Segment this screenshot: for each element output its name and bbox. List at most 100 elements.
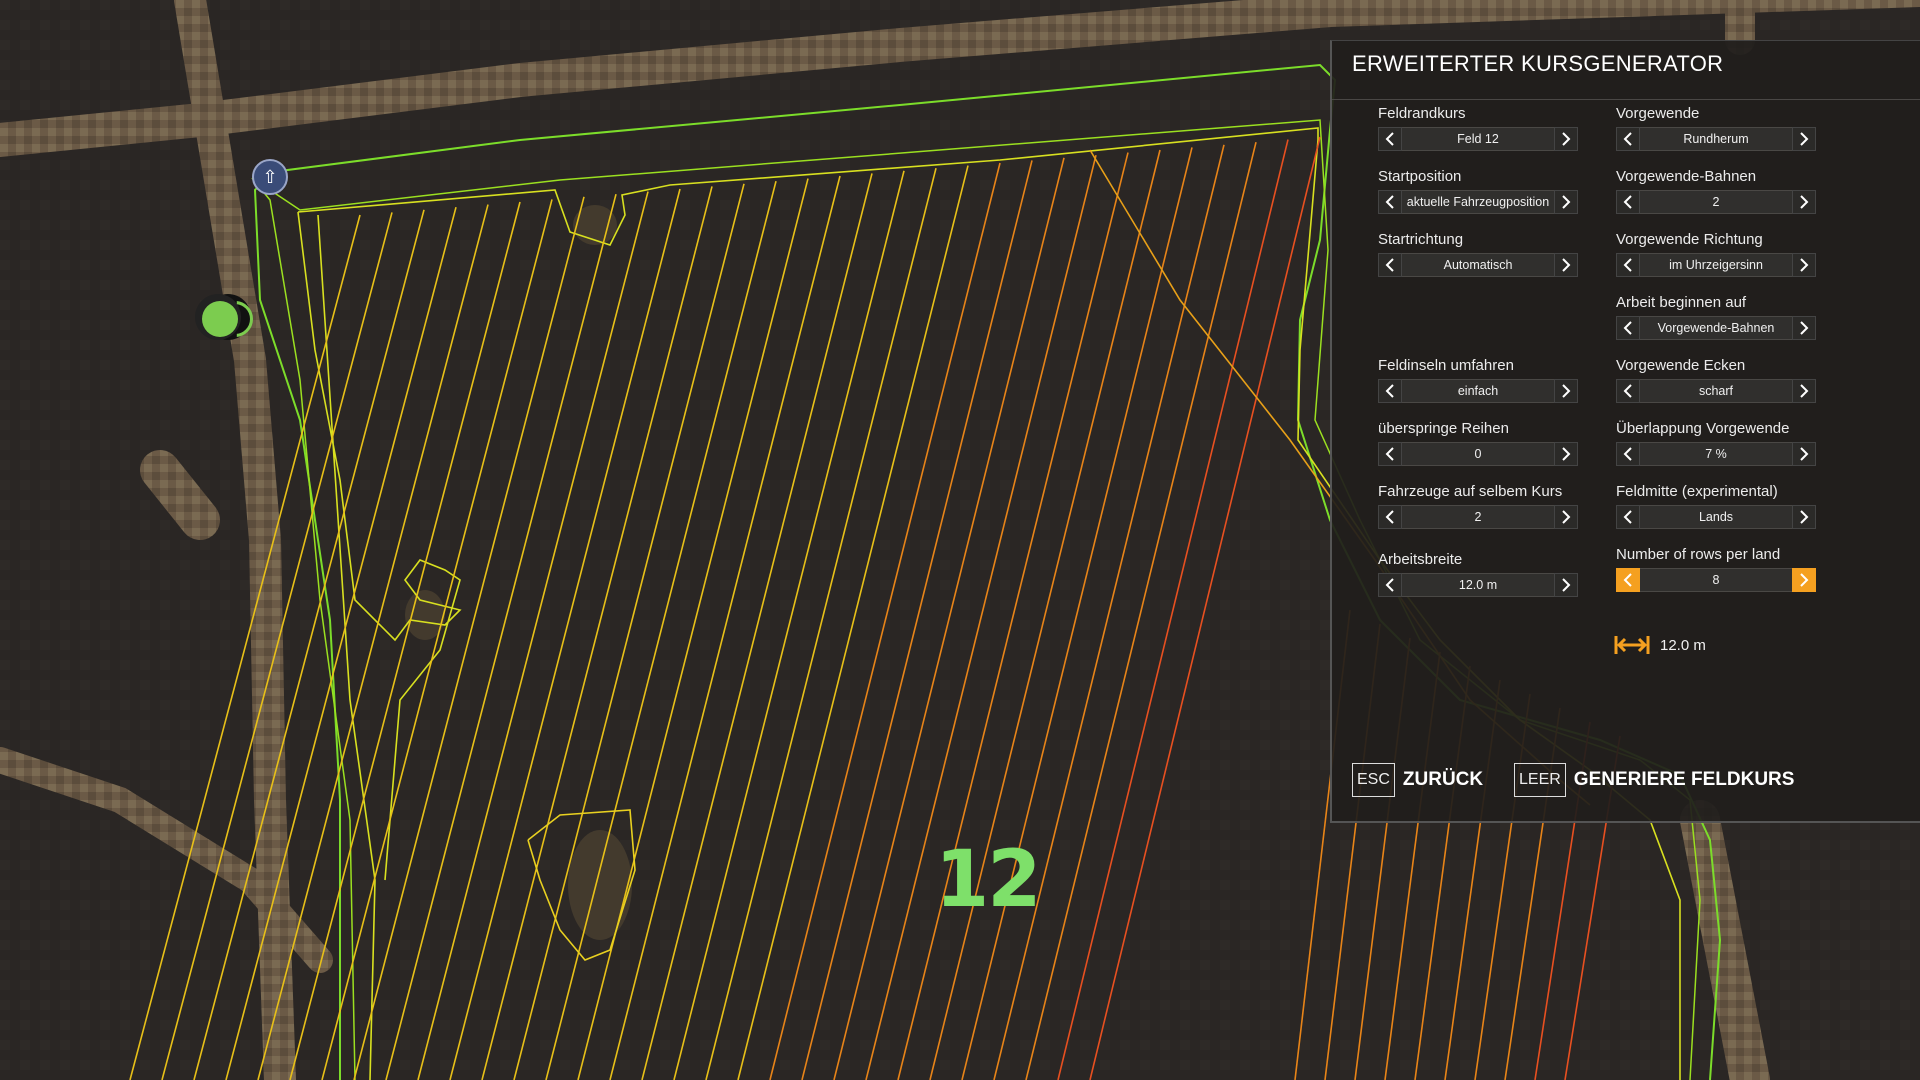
chevron-right-icon[interactable]	[1792, 127, 1816, 151]
setting-label: Überlappung Vorgewende	[1616, 420, 1790, 437]
chevron-left-icon[interactable]	[1616, 253, 1640, 277]
setting-label: Number of rows per land	[1616, 546, 1781, 563]
setting-label: Startrichtung	[1378, 231, 1464, 248]
setting-selector[interactable]: im Uhrzeigersinn	[1616, 253, 1816, 277]
setting-selector[interactable]: Automatisch	[1378, 253, 1578, 277]
setting-selector[interactable]: Lands	[1616, 505, 1816, 529]
chevron-left-icon[interactable]	[1616, 379, 1640, 403]
setting-berspringe-reihen: überspringe Reihen 0	[1378, 419, 1578, 466]
setting-label: Vorgewende	[1616, 105, 1700, 122]
setting-label: Arbeit beginnen auf	[1616, 294, 1747, 311]
setting-value: 0	[1402, 442, 1554, 466]
generate-button-label: GENERIERE FELDKURS	[1573, 769, 1795, 790]
setting-label: Feldinseln umfahren	[1378, 357, 1514, 374]
back-button-label: ZURÜCK	[1402, 769, 1484, 790]
start-position-marker[interactable]: ⇧	[252, 159, 288, 195]
setting-number-of-rows-per-land: Number of rows per land 8	[1616, 545, 1816, 592]
setting-startposition: Startposition aktuelle Fahrzeugposition	[1378, 167, 1578, 214]
setting-value: Rundherum	[1640, 127, 1792, 151]
chevron-right-icon[interactable]	[1554, 442, 1578, 466]
setting-selector[interactable]: 12.0 m	[1378, 573, 1578, 597]
chevron-right-icon[interactable]	[1792, 505, 1816, 529]
setting-selector[interactable]: einfach	[1378, 379, 1578, 403]
setting-value: aktuelle Fahrzeugposition	[1402, 190, 1554, 214]
setting-label: Startposition	[1378, 168, 1462, 185]
setting-vorgewende-bahnen: Vorgewende-Bahnen 2	[1616, 167, 1816, 214]
setting-feldrandkurs: Feldrandkurs Feld 12	[1378, 104, 1578, 151]
arrow-up-icon: ⇧	[262, 167, 278, 187]
setting-value: 8	[1640, 568, 1792, 592]
setting-selector[interactable]: aktuelle Fahrzeugposition	[1378, 190, 1578, 214]
chevron-left-icon[interactable]	[1378, 253, 1402, 277]
panel-divider	[1332, 99, 1920, 100]
chevron-left-icon[interactable]	[1378, 442, 1402, 466]
chevron-right-icon[interactable]	[1554, 190, 1578, 214]
vehicle-dot-icon[interactable]	[195, 292, 253, 344]
work-width-display: 12.0 m	[1614, 634, 1706, 656]
chevron-left-icon[interactable]	[1378, 127, 1402, 151]
setting-value: Lands	[1640, 505, 1792, 529]
setting-vorgewende-richtung: Vorgewende Richtung im Uhrzeigersinn	[1616, 230, 1816, 277]
chevron-left-icon[interactable]	[1616, 127, 1640, 151]
setting-feldinseln-umfahren: Feldinseln umfahren einfach	[1378, 356, 1578, 403]
chevron-right-icon[interactable]	[1792, 568, 1816, 592]
setting-value: einfach	[1402, 379, 1554, 403]
setting-value: im Uhrzeigersinn	[1640, 253, 1792, 277]
chevron-left-icon[interactable]	[1616, 190, 1640, 214]
setting-fahrzeuge-auf-selbem-kurs: Fahrzeuge auf selbem Kurs 2	[1378, 482, 1578, 529]
chevron-left-icon[interactable]	[1378, 190, 1402, 214]
chevron-right-icon[interactable]	[1792, 379, 1816, 403]
setting-vorgewende-ecken: Vorgewende Ecken scharf	[1616, 356, 1816, 403]
chevron-right-icon[interactable]	[1792, 253, 1816, 277]
width-arrows-icon	[1614, 636, 1650, 654]
setting-selector[interactable]: Feld 12	[1378, 127, 1578, 151]
setting-berlappung-vorgewende: Überlappung Vorgewende 7 %	[1616, 419, 1816, 466]
chevron-right-icon[interactable]	[1554, 379, 1578, 403]
generate-course-button[interactable]: LEER GENERIERE FELDKURS	[1514, 763, 1794, 797]
setting-feldmitte-experimental: Feldmitte (experimental) Lands	[1616, 482, 1816, 529]
back-button[interactable]: ESC ZURÜCK	[1352, 763, 1483, 797]
setting-arbeitsbreite: Arbeitsbreite 12.0 m	[1378, 550, 1578, 597]
chevron-left-icon[interactable]	[1378, 505, 1402, 529]
setting-selector[interactable]: Vorgewende-Bahnen	[1616, 316, 1816, 340]
chevron-right-icon[interactable]	[1554, 253, 1578, 277]
chevron-left-icon[interactable]	[1378, 573, 1402, 597]
setting-vorgewende: Vorgewende Rundherum	[1616, 104, 1816, 151]
setting-value: scharf	[1640, 379, 1792, 403]
chevron-left-icon[interactable]	[1616, 442, 1640, 466]
setting-value: Vorgewende-Bahnen	[1640, 316, 1792, 340]
setting-label: Arbeitsbreite	[1378, 551, 1463, 568]
setting-label: Feldmitte (experimental)	[1616, 483, 1778, 500]
chevron-left-icon[interactable]	[1616, 316, 1640, 340]
chevron-right-icon[interactable]	[1554, 505, 1578, 529]
course-generator-panel: ERWEITERTER KURSGENERATOR Feldrandkurs Fe…	[1330, 40, 1920, 823]
setting-label: Fahrzeuge auf selbem Kurs	[1378, 483, 1563, 500]
setting-selector[interactable]: 7 %	[1616, 442, 1816, 466]
chevron-right-icon[interactable]	[1554, 127, 1578, 151]
chevron-left-icon[interactable]	[1616, 568, 1640, 592]
setting-label: überspringe Reihen	[1378, 420, 1509, 437]
setting-value: 7 %	[1640, 442, 1792, 466]
setting-selector[interactable]: 2	[1616, 190, 1816, 214]
chevron-left-icon[interactable]	[1378, 379, 1402, 403]
setting-selector[interactable]: 0	[1378, 442, 1578, 466]
panel-title: ERWEITERTER KURSGENERATOR	[1352, 51, 1724, 76]
setting-value: Automatisch	[1402, 253, 1554, 277]
setting-selector[interactable]: scharf	[1616, 379, 1816, 403]
setting-label: Vorgewende Richtung	[1616, 231, 1763, 248]
chevron-right-icon[interactable]	[1554, 573, 1578, 597]
setting-arbeit-beginnen-auf: Arbeit beginnen auf Vorgewende-Bahnen	[1616, 293, 1816, 340]
setting-startrichtung: Startrichtung Automatisch	[1378, 230, 1578, 277]
setting-value: 12.0 m	[1402, 573, 1554, 597]
field-number-label: 12	[935, 835, 1042, 925]
setting-selector[interactable]: Rundherum	[1616, 127, 1816, 151]
setting-label: Feldrandkurs	[1378, 105, 1466, 122]
chevron-right-icon[interactable]	[1792, 442, 1816, 466]
setting-selector[interactable]: 8	[1616, 568, 1816, 592]
setting-selector[interactable]: 2	[1378, 505, 1578, 529]
esc-key-hint: ESC	[1352, 763, 1395, 797]
chevron-right-icon[interactable]	[1792, 316, 1816, 340]
chevron-right-icon[interactable]	[1792, 190, 1816, 214]
chevron-left-icon[interactable]	[1616, 505, 1640, 529]
setting-label: Vorgewende Ecken	[1616, 357, 1746, 374]
